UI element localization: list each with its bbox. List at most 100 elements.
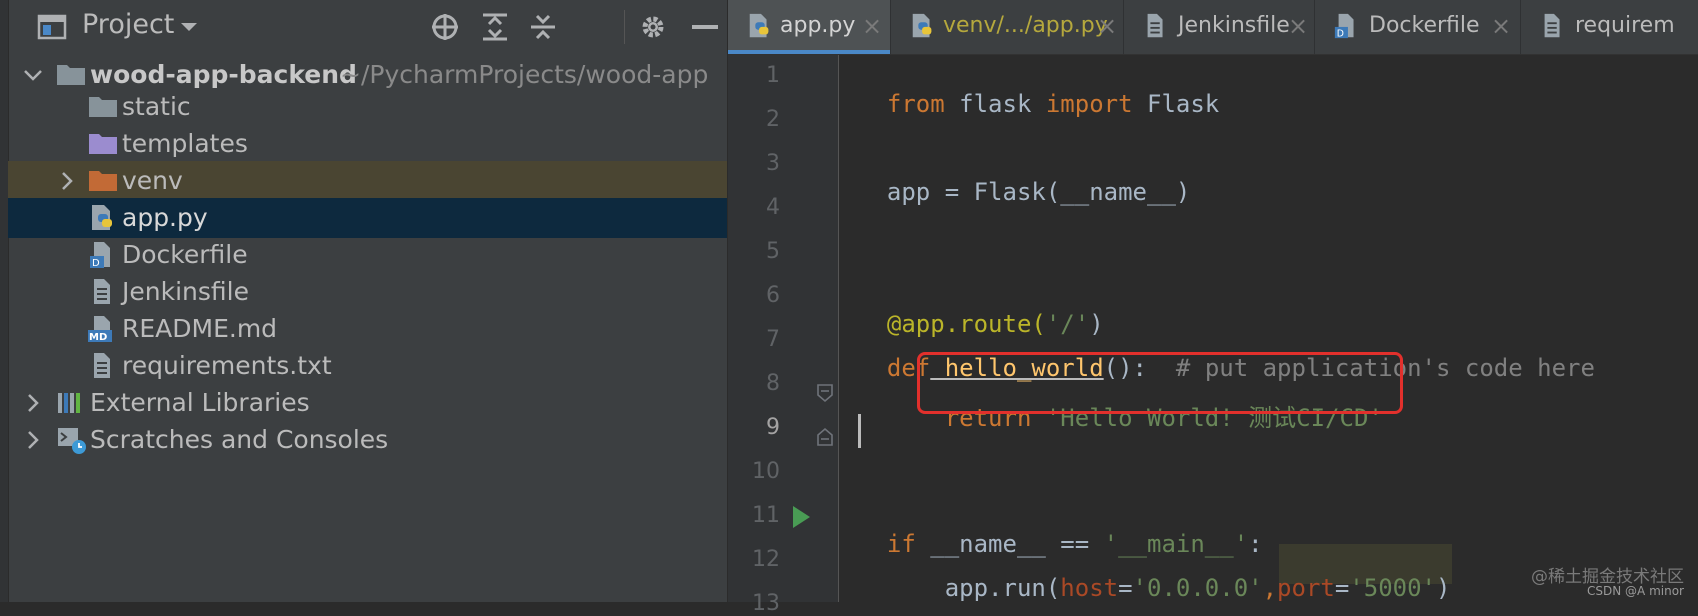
code-line-1[interactable]: from flask import Flask [858,62,1219,118]
text-file-icon [88,352,118,380]
chevron-right-icon[interactable] [22,389,46,417]
text-file-icon [1539,12,1567,40]
project-view-icon[interactable] [36,12,68,42]
line-number: 5 [766,239,780,264]
console-icon [56,426,86,454]
project-panel-header: Project [8,0,727,54]
tree-item-requirements[interactable]: requirements.txt [8,346,727,386]
chevron-down-icon[interactable] [22,61,46,89]
folder-icon [56,61,86,89]
docker-file-icon: D [1333,12,1361,40]
folder-orange-icon [88,167,118,195]
tab-label: app.py [780,13,856,38]
tab-dockerfile[interactable]: D Dockerfile × [1315,0,1520,54]
svg-text:MD: MD [89,332,107,343]
fold-end-icon[interactable] [816,427,836,449]
markdown-file-icon: MD [88,315,118,343]
gutter-separator [838,55,839,602]
tree-item-label: app.py [122,203,208,232]
hide-icon[interactable] [688,10,722,44]
chevron-down-icon[interactable] [176,14,202,40]
code-line-11[interactable]: if __name__ == '__main__': [858,502,1263,558]
project-panel-title[interactable]: Project [82,9,174,40]
close-icon[interactable]: × [862,12,882,40]
tree-item-label: External Libraries [90,388,310,417]
line-number: 8 [766,371,780,396]
chevron-right-icon[interactable] [22,426,46,454]
tree-item-external-libraries[interactable]: External Libraries [8,383,727,423]
identifier: Flask [1132,90,1220,118]
tab-label: requirem [1575,13,1675,38]
tree-item-label: README.md [122,314,278,343]
tree-item-static[interactable]: static [8,87,727,127]
tab-label: venv/.../app.py [943,13,1108,38]
svg-text:D: D [1337,28,1344,39]
tree-item-label: Jenkinsfile [122,277,249,306]
project-tool-window: Project wood-app-backend ~/PycharmProjec… [0,0,727,602]
close-icon[interactable]: × [1288,12,1308,40]
tree-item-venv[interactable]: venv [8,161,727,201]
tab-app-py[interactable]: app.py × [728,0,890,54]
expand-all-icon[interactable] [478,10,512,44]
punctuation: ) [1436,574,1451,602]
project-root-path: ~/PycharmProjects/wood-app [340,60,709,89]
tree-item-label: static [122,92,191,121]
editor-tab-bar: app.py × venv/.../app.py × Jenkinsfile ×… [728,0,1698,55]
python-file-icon [88,204,118,232]
annotation-highlight-box [917,352,1403,414]
tab-label: Jenkinsfile [1178,13,1290,38]
tab-venv-app-py[interactable]: venv/.../app.py × [891,0,1123,54]
folder-purple-icon [88,130,118,158]
punctuation: , [1262,574,1278,602]
tree-item-jenkinsfile[interactable]: Jenkinsfile [8,272,727,312]
tab-requirements[interactable]: requirem [1521,0,1698,54]
text-file-icon [1142,12,1170,40]
tree-item-dockerfile[interactable]: D Dockerfile [8,235,727,275]
run-icon[interactable] [790,504,814,532]
tab-jenkinsfile[interactable]: Jenkinsfile × [1124,0,1314,54]
line-number: 11 [752,503,780,528]
close-icon[interactable]: × [1491,12,1511,40]
line-number: 6 [766,283,780,308]
code-text: app = Flask(__name__) [886,178,1191,206]
chevron-right-icon[interactable] [56,167,80,195]
line-number: 1 [766,63,780,88]
keyword-argument: host [1060,574,1119,602]
keyword: import [1045,90,1133,118]
identifier: flask [944,90,1046,118]
code-line-3[interactable]: app = Flask(__name__) [858,150,1190,206]
locate-icon[interactable] [428,10,462,44]
watermark-sub: CSDN @A minor [1587,584,1684,598]
python-file-icon [909,12,937,40]
keyword-argument: port [1277,574,1335,602]
tree-item-label: venv [122,166,183,195]
function-call: app.run( [944,574,1061,602]
editor-gutter: 1 2 3 4 5 6 7 8 9 10 11 12 13 [728,55,838,616]
header-divider [624,10,625,44]
tree-item-scratches[interactable]: Scratches and Consoles [8,420,727,460]
line-number: 7 [766,327,780,352]
tree-item-templates[interactable]: templates [8,124,727,164]
fold-icon[interactable] [816,383,836,405]
operator: = [1334,574,1350,602]
folder-icon [88,93,118,121]
line-number: 2 [766,107,780,132]
tree-item-label: requirements.txt [122,351,332,380]
tree-item-app-py[interactable]: app.py [8,198,727,238]
library-icon [56,389,86,417]
collapse-all-icon[interactable] [526,10,560,44]
code-line-6[interactable]: @app.route('/') [858,282,1104,338]
code-line-12[interactable]: app.run(host='0.0.0.0',port='5000') [858,546,1451,602]
svg-text:D: D [92,258,100,269]
tree-item-label: Scratches and Consoles [90,425,389,454]
tree-item-readme[interactable]: MD README.md [8,309,727,349]
close-icon[interactable]: × [1097,12,1117,40]
tree-item-label: templates [122,129,248,158]
docker-file-icon: D [88,241,118,269]
gear-icon[interactable] [636,10,670,44]
text-file-icon [88,278,118,306]
project-root-name: wood-app-backend [90,60,357,89]
python-file-icon [746,12,774,40]
tab-label: Dockerfile [1369,13,1480,38]
